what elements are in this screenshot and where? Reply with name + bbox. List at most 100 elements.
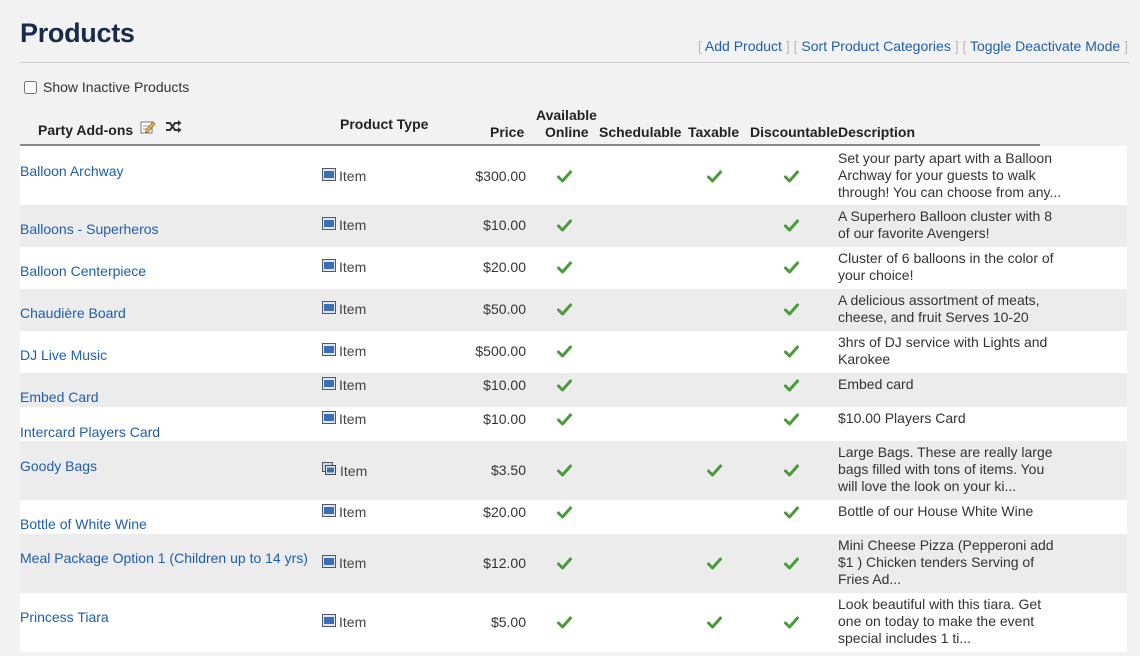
product-type-cell: Item	[322, 343, 366, 359]
page-title: Products	[20, 18, 135, 48]
description-cell: $10.00 Players Card	[838, 410, 1068, 427]
discountable-check-icon	[784, 261, 799, 277]
table-row[interactable]: Balloon Centerpiece Item $20.00 Cluster of …	[20, 247, 1127, 289]
product-table-body: Balloon Archway Item $300.00 Set your party…	[20, 146, 1127, 652]
description-line: cheese, and fruit Serves 10-20	[838, 309, 1029, 325]
product-name-link[interactable]: Balloons - Superheros	[20, 221, 159, 237]
price-cell: $12.00	[483, 555, 526, 571]
price-cell: $20.00	[483, 259, 526, 275]
product-type-cell: Item	[322, 555, 366, 571]
toggle-deactivate-link[interactable]: Toggle Deactivate Mode	[970, 38, 1120, 54]
description-line: $1 ) Chicken tenders Serving of	[838, 554, 1035, 570]
description-line: special includes 1 ti...	[838, 630, 972, 646]
product-name-link[interactable]: Embed Card	[20, 389, 99, 405]
product-name-link[interactable]: Balloon Archway	[20, 163, 124, 179]
item-icon	[322, 343, 336, 359]
product-type-cell: Item	[322, 614, 366, 630]
description-cell: Large Bags. These are really large bags f…	[838, 444, 1068, 495]
online-check-icon	[557, 506, 572, 522]
item-group-icon	[322, 462, 337, 479]
schedulable-header: Schedulable	[599, 124, 682, 140]
description-line: $10.00 Players Card	[838, 410, 966, 426]
item-icon	[322, 614, 336, 630]
item-icon	[322, 377, 336, 393]
product-type-label: Item	[340, 462, 368, 479]
table-row[interactable]: Chaudière Board Item $50.00 A delicious ass…	[20, 289, 1127, 331]
taxable-check-icon	[707, 464, 722, 480]
online-check-icon	[557, 345, 572, 361]
product-name-link[interactable]: Goody Bags	[20, 458, 97, 474]
online-check-icon	[557, 616, 572, 632]
show-inactive-checkbox[interactable]	[24, 80, 37, 94]
taxable-check-icon	[707, 557, 722, 573]
available-header-line1: Available	[536, 107, 597, 123]
product-name-link[interactable]: Intercard Players Card	[20, 424, 160, 440]
description-line: Cluster of 6 balloons in the color of	[838, 250, 1054, 266]
description-line: Karokee	[838, 351, 891, 367]
description-line: of our favorite Avengers!	[838, 225, 990, 241]
table-row[interactable]: Goody Bags Item $3.50 Large Bags. These are…	[20, 441, 1127, 500]
product-type-cell: Item	[322, 462, 367, 479]
discountable-check-icon	[784, 379, 799, 395]
description-cell: 3hrs of DJ service with Lights and Karoke…	[838, 334, 1068, 368]
product-type-header: Product Type	[340, 116, 429, 132]
description-line: Fries Ad...	[838, 571, 902, 587]
online-check-icon	[557, 261, 572, 277]
table-row[interactable]: Balloon Archway Item $300.00 Set your party…	[20, 146, 1127, 205]
table-row[interactable]: Meal Package Option 1 (Children up to 14…	[20, 534, 1127, 593]
edit-icon[interactable]	[140, 119, 156, 140]
item-icon	[322, 259, 336, 275]
table-row[interactable]: DJ Live Music Item $500.00 3hrs of DJ servi…	[20, 331, 1127, 373]
product-type-label: Item	[339, 343, 367, 359]
description-line: Set your party apart with a Balloon	[838, 150, 1053, 166]
online-check-icon	[557, 303, 572, 319]
description-cell: Look beautiful with this tiara. Get one o…	[838, 596, 1068, 647]
item-icon	[322, 555, 336, 571]
description-cell: A Superhero Balloon cluster with 8 of our…	[838, 208, 1068, 242]
shuffle-icon[interactable]	[165, 119, 182, 139]
price-cell: $300.00	[475, 168, 526, 184]
description-line: Archway for your guests to walk	[838, 167, 1036, 183]
price-header: Price	[490, 124, 525, 140]
category-header: Party Add-ons	[38, 122, 134, 138]
item-icon	[322, 301, 336, 317]
taxable-check-icon	[707, 170, 722, 186]
description-header: Description	[838, 124, 916, 140]
product-type-label: Item	[339, 301, 367, 317]
price-cell: $10.00	[483, 217, 526, 233]
product-type-cell: Item	[322, 301, 366, 317]
product-name-link[interactable]: Meal Package Option 1 (Children up to 14…	[20, 550, 308, 566]
product-type-cell: Item	[322, 504, 366, 520]
description-line: Large Bags. These are really large	[838, 444, 1053, 460]
online-check-icon	[557, 219, 572, 235]
product-type-cell: Item	[322, 377, 366, 393]
price-cell: $10.00	[483, 411, 526, 427]
product-type-cell: Item	[322, 217, 366, 233]
table-row[interactable]: Bottle of White Wine Item $20.00 Bottle of …	[20, 500, 1127, 534]
description-line: A delicious assortment of meats,	[838, 292, 1040, 308]
description-line: will love the look on your ki...	[838, 478, 1017, 494]
product-name-link[interactable]: Chaudière Board	[20, 305, 126, 321]
table-row[interactable]: Intercard Players Card Item $10.00 $10.00 P…	[20, 407, 1127, 441]
description-line: through! You can choose from any...	[838, 184, 1062, 200]
product-name-link[interactable]: Bottle of White Wine	[20, 516, 147, 532]
table-row[interactable]: Embed Card Item $10.00 Embed card	[20, 373, 1127, 407]
online-check-icon	[557, 170, 572, 186]
product-name-link[interactable]: Balloon Centerpiece	[20, 263, 146, 279]
table-row[interactable]: Balloons - Superheros Item $10.00 A Superhe…	[20, 205, 1127, 247]
product-type-label: Item	[339, 168, 367, 184]
add-product-link[interactable]: Add Product	[705, 38, 782, 54]
discountable-check-icon	[784, 506, 799, 522]
discountable-check-icon	[784, 557, 799, 573]
online-check-icon	[557, 557, 572, 573]
price-cell: $500.00	[475, 343, 526, 359]
description-line: Embed card	[838, 376, 914, 392]
product-name-link[interactable]: DJ Live Music	[20, 347, 107, 363]
product-name-link[interactable]: Princess Tiara	[20, 609, 109, 625]
sort-categories-link[interactable]: Sort Product Categories	[801, 38, 950, 54]
description-line: 3hrs of DJ service with Lights and	[838, 334, 1048, 350]
taxable-check-icon	[707, 616, 722, 632]
table-row[interactable]: Princess Tiara Item $5.00 Look beautiful wi…	[20, 593, 1127, 652]
description-cell: Mini Cheese Pizza (Pepperoni add $1 ) Chi…	[838, 537, 1068, 588]
item-icon	[322, 217, 336, 233]
